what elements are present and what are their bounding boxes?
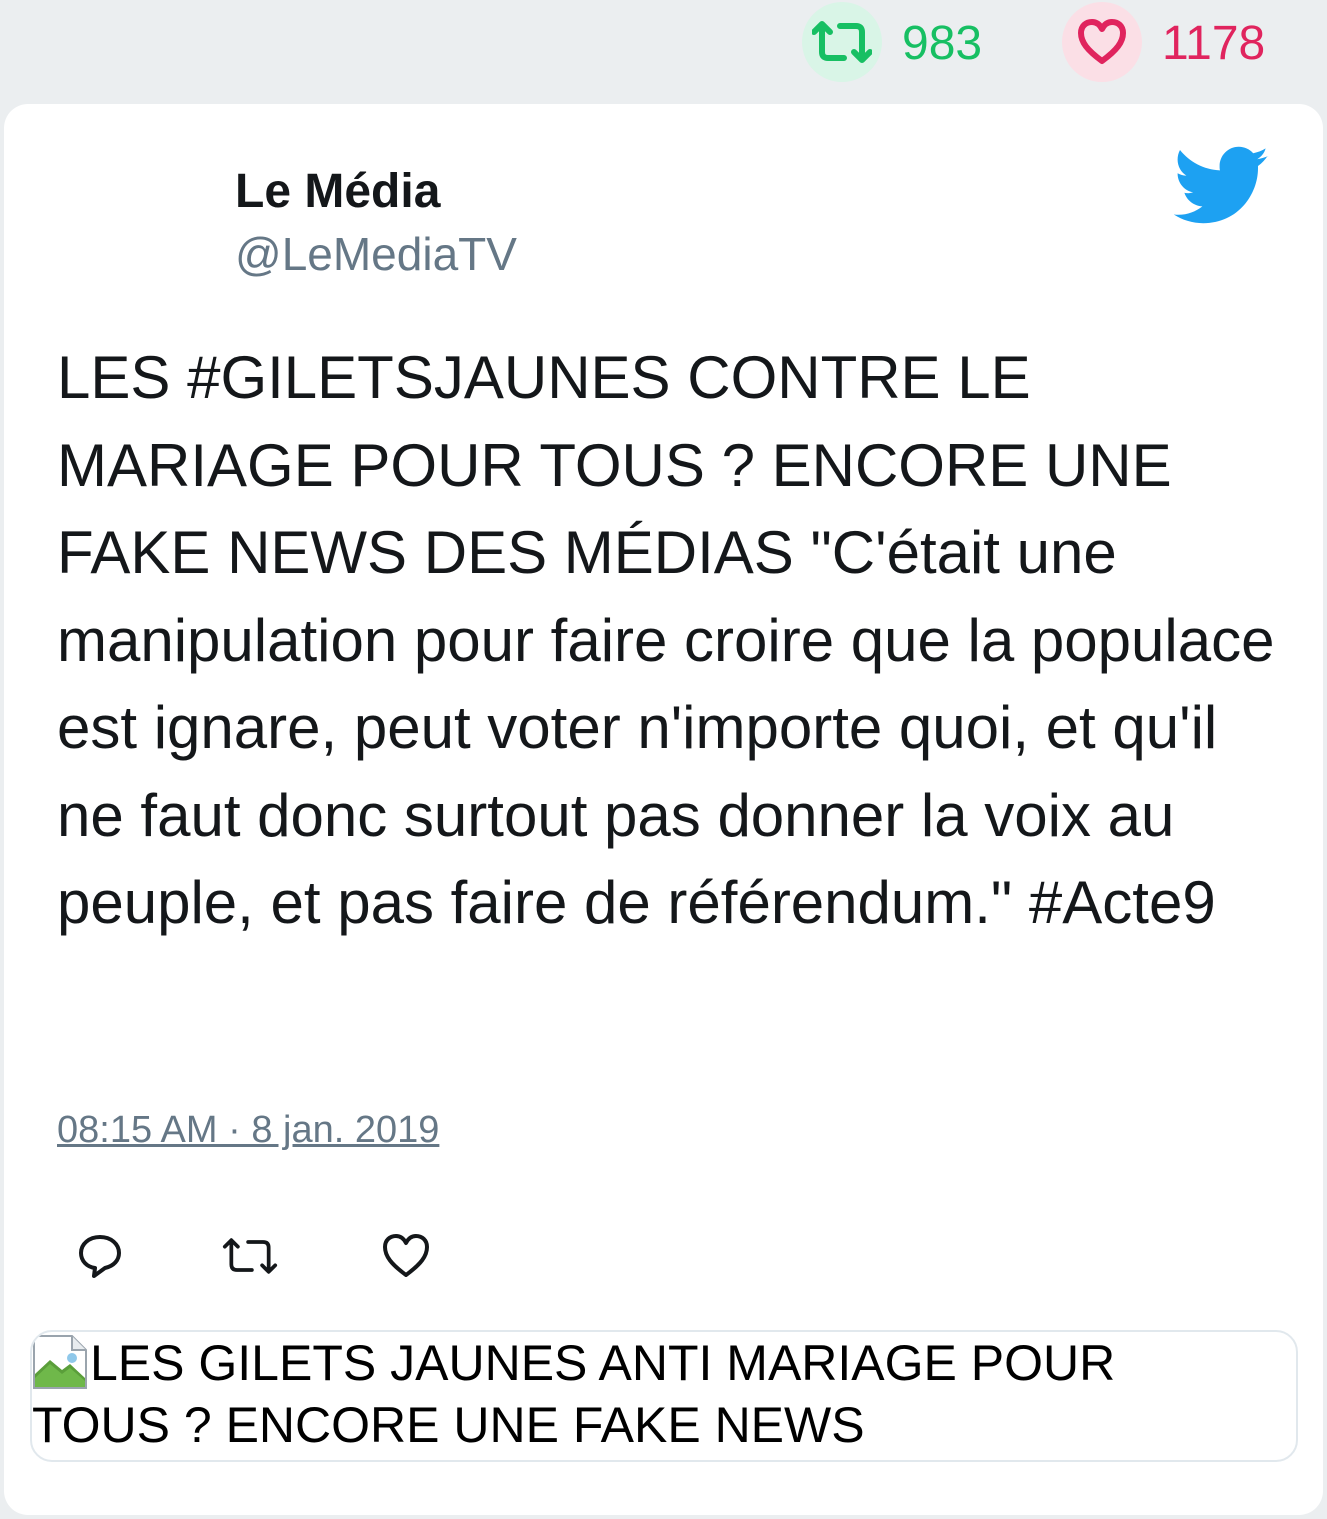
heart-icon — [1078, 19, 1126, 64]
retweet-button[interactable] — [222, 1228, 278, 1284]
author-handle[interactable]: @LeMediaTV — [235, 226, 517, 282]
twitter-bird-icon[interactable] — [1174, 146, 1270, 230]
author-name[interactable]: Le Média — [235, 164, 440, 220]
like-count-button[interactable] — [1062, 2, 1142, 82]
retweet-icon — [812, 21, 872, 63]
tweet-text: LES #GILETSJAUNES CONTRE LE MARIAGE POUR… — [57, 344, 1275, 936]
retweet-count: 983 — [902, 17, 983, 70]
reply-icon — [79, 1235, 121, 1278]
engagement-stats: 983 1178 — [0, 0, 1327, 100]
heart-icon — [383, 1234, 429, 1277]
retweet-icon — [222, 1238, 278, 1274]
like-button[interactable] — [378, 1228, 434, 1284]
like-count: 1178 — [1162, 17, 1266, 70]
tweet-card: Le Média @LeMediaTV LES #GILETSJAUNES CO… — [4, 104, 1323, 1515]
tweet-embed-page: 983 1178 Le Média @LeMediaTV LES #GILETS… — [0, 0, 1327, 1519]
retweet-count-button[interactable] — [802, 2, 882, 82]
reply-button[interactable] — [72, 1228, 128, 1284]
link-preview-card[interactable]: LES GILETS JAUNES ANTI MARIAGE POUR TOUS… — [30, 1330, 1298, 1462]
link-preview-title: LES GILETS JAUNES ANTI MARIAGE POUR TOUS… — [32, 1335, 1116, 1453]
tweet-timestamp[interactable]: 08:15 AM · 8 jan. 2019 — [57, 1106, 439, 1154]
